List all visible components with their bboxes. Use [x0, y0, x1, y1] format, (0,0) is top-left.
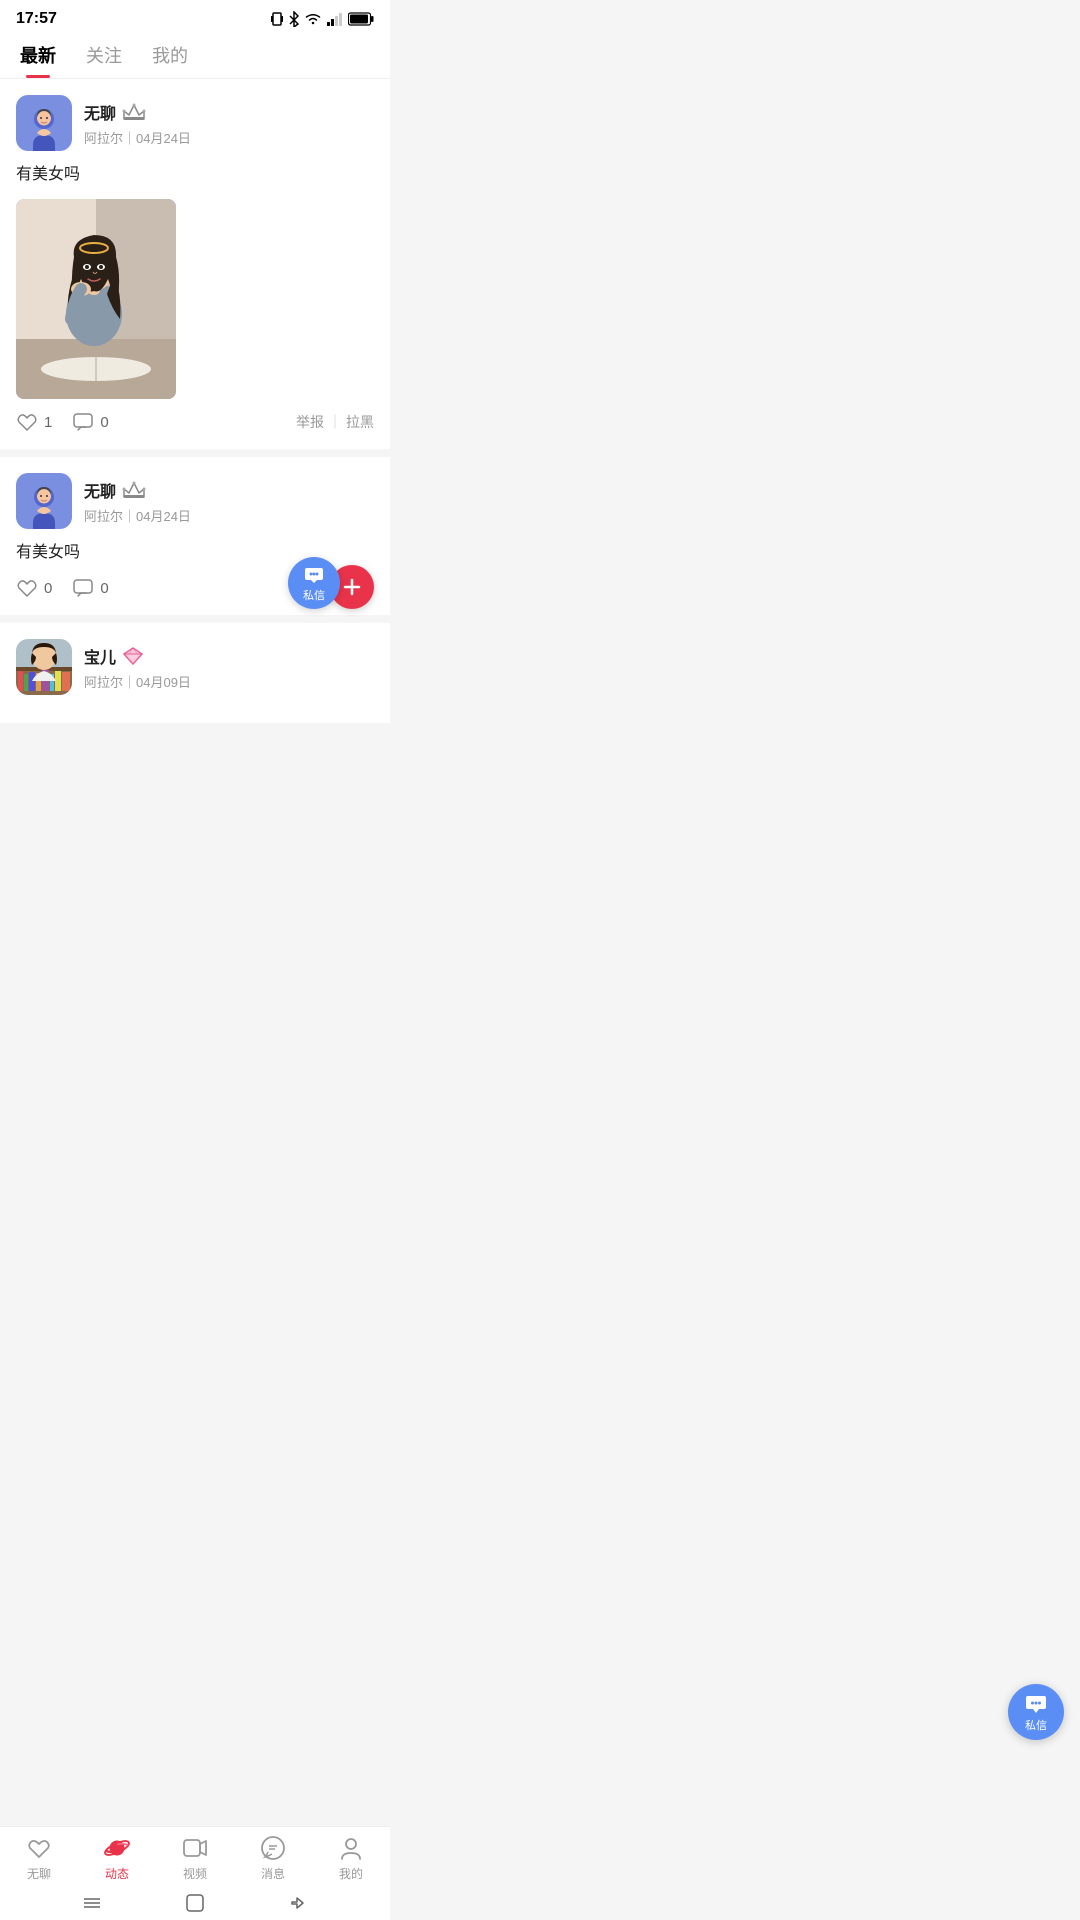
- post-header: 无聊 阿拉尔｜04月24日: [16, 95, 374, 151]
- comment-button-2[interactable]: 0: [72, 577, 108, 599]
- post-image: [16, 199, 176, 399]
- avatar-person-svg-2: [23, 485, 65, 529]
- planet-icon: [104, 1834, 130, 1862]
- user-name: 无聊: [84, 100, 116, 124]
- girl-image-svg: [16, 199, 176, 399]
- nav-wode-label: 我的: [339, 1865, 363, 1882]
- avatar-photo: [16, 639, 72, 695]
- user-meta: 阿拉尔｜04月24日: [84, 128, 191, 147]
- avatar: [16, 95, 72, 151]
- battery-icon: [348, 12, 374, 26]
- user-name-2: 无聊: [84, 478, 116, 502]
- back-icon: [289, 1894, 307, 1912]
- like-icon: [16, 411, 38, 433]
- user-info-3: 宝儿 阿拉尔｜04月09日: [84, 644, 191, 691]
- float-message-label: 私信: [1025, 1717, 1047, 1733]
- user-name-row: 无聊: [84, 100, 191, 124]
- like-icon-2: [16, 577, 38, 599]
- signal-icon: [326, 12, 344, 26]
- report-actions: 举报 ｜ 拉黑: [296, 412, 374, 432]
- crown-badge-icon-2: [122, 481, 146, 499]
- float-message-button[interactable]: 私信: [1008, 1684, 1064, 1740]
- nav-xiaoxi[interactable]: 消息: [243, 1835, 303, 1882]
- post-actions: 1 0 举报 ｜ 拉黑: [16, 411, 374, 433]
- menu-icon: [82, 1895, 102, 1911]
- post-image-placeholder: [16, 199, 176, 399]
- diamond-badge-icon: [122, 646, 144, 666]
- divider: ｜: [328, 412, 342, 432]
- nav-dongtai-label: 动态: [105, 1865, 129, 1882]
- tab-header: 最新 关注 我的: [0, 34, 390, 79]
- user-name-row-2: 无聊: [84, 478, 191, 502]
- nav-shipin-icon: [182, 1835, 208, 1861]
- nav-wuliao-icon: [26, 1835, 52, 1861]
- nav-xiaoxi-icon: [260, 1835, 286, 1861]
- nav-wuliao[interactable]: 无聊: [9, 1835, 69, 1882]
- post-header-3: 宝儿 阿拉尔｜04月09日: [16, 639, 374, 695]
- tab-mine[interactable]: 我的: [152, 42, 188, 78]
- back-btn[interactable]: [286, 1891, 310, 1915]
- user-info-2: 无聊 阿拉尔｜04月24日: [84, 478, 191, 525]
- avatar-person-svg: [23, 107, 65, 151]
- bluetooth-icon: [288, 11, 300, 27]
- menu-btn[interactable]: [80, 1891, 104, 1915]
- float-private-msg: 私信: [1008, 1684, 1064, 1740]
- message-bubble-icon: [303, 564, 325, 586]
- system-bar: [0, 1886, 390, 1920]
- post-card-3: 宝儿 阿拉尔｜04月09日: [0, 623, 390, 723]
- heart-icon: [26, 1835, 52, 1861]
- message-icon: [1024, 1692, 1048, 1716]
- post-header-2: 无聊 阿拉尔｜04月24日: [16, 473, 374, 529]
- report-btn[interactable]: 举报: [296, 412, 324, 432]
- nav-shipin[interactable]: 视频: [165, 1835, 225, 1882]
- like-button[interactable]: 1: [16, 411, 52, 433]
- avatar-photo-svg: [16, 639, 72, 695]
- post-text: 有美女吗: [16, 163, 374, 187]
- plus-icon: [341, 576, 363, 598]
- post-card-2: 无聊 阿拉尔｜04月24日 有美女吗 0: [0, 457, 390, 615]
- nav-dongtai[interactable]: 动态: [87, 1835, 147, 1882]
- user-info: 无聊 阿拉尔｜04月24日: [84, 100, 191, 147]
- nav-shipin-label: 视频: [183, 1865, 207, 1882]
- nav-dongtai-icon: [104, 1835, 130, 1861]
- post-card: 无聊 阿拉尔｜04月24日 有美女吗: [0, 79, 390, 449]
- status-icons: [270, 11, 374, 27]
- feed: 无聊 阿拉尔｜04月24日 有美女吗: [0, 79, 390, 831]
- user-name-row-3: 宝儿: [84, 644, 191, 668]
- user-meta-2: 阿拉尔｜04月24日: [84, 506, 191, 525]
- nav-wuliao-label: 无聊: [27, 1865, 51, 1882]
- private-message-button[interactable]: 私信: [288, 557, 340, 609]
- crown-badge-icon: [122, 103, 146, 121]
- person-icon: [338, 1835, 364, 1861]
- tab-follow[interactable]: 关注: [86, 42, 122, 78]
- vibrate-icon: [270, 11, 284, 27]
- home-square-icon: [186, 1894, 204, 1912]
- bottom-nav: 无聊 动态 视频: [0, 1826, 390, 1886]
- status-time: 17:57: [16, 10, 57, 28]
- tab-latest[interactable]: 最新: [20, 42, 56, 78]
- chat-icon: [260, 1835, 286, 1861]
- comment-button[interactable]: 0: [72, 411, 108, 433]
- wifi-icon: [304, 12, 322, 26]
- block-btn[interactable]: 拉黑: [346, 412, 374, 432]
- private-msg-label: 私信: [303, 587, 325, 603]
- comment-icon: [72, 411, 94, 433]
- avatar-3: [16, 639, 72, 695]
- like-button-2[interactable]: 0: [16, 577, 52, 599]
- avatar-2: [16, 473, 72, 529]
- nav-wode[interactable]: 我的: [321, 1835, 381, 1882]
- float-group: 私信: [288, 557, 374, 609]
- user-name-3: 宝儿: [84, 644, 116, 668]
- comment-icon-2: [72, 577, 94, 599]
- nav-wode-icon: [338, 1835, 364, 1861]
- video-icon: [182, 1835, 208, 1861]
- user-meta-3: 阿拉尔｜04月09日: [84, 672, 191, 691]
- home-btn[interactable]: [183, 1891, 207, 1915]
- nav-xiaoxi-label: 消息: [261, 1865, 285, 1882]
- status-bar: 17:57: [0, 0, 390, 34]
